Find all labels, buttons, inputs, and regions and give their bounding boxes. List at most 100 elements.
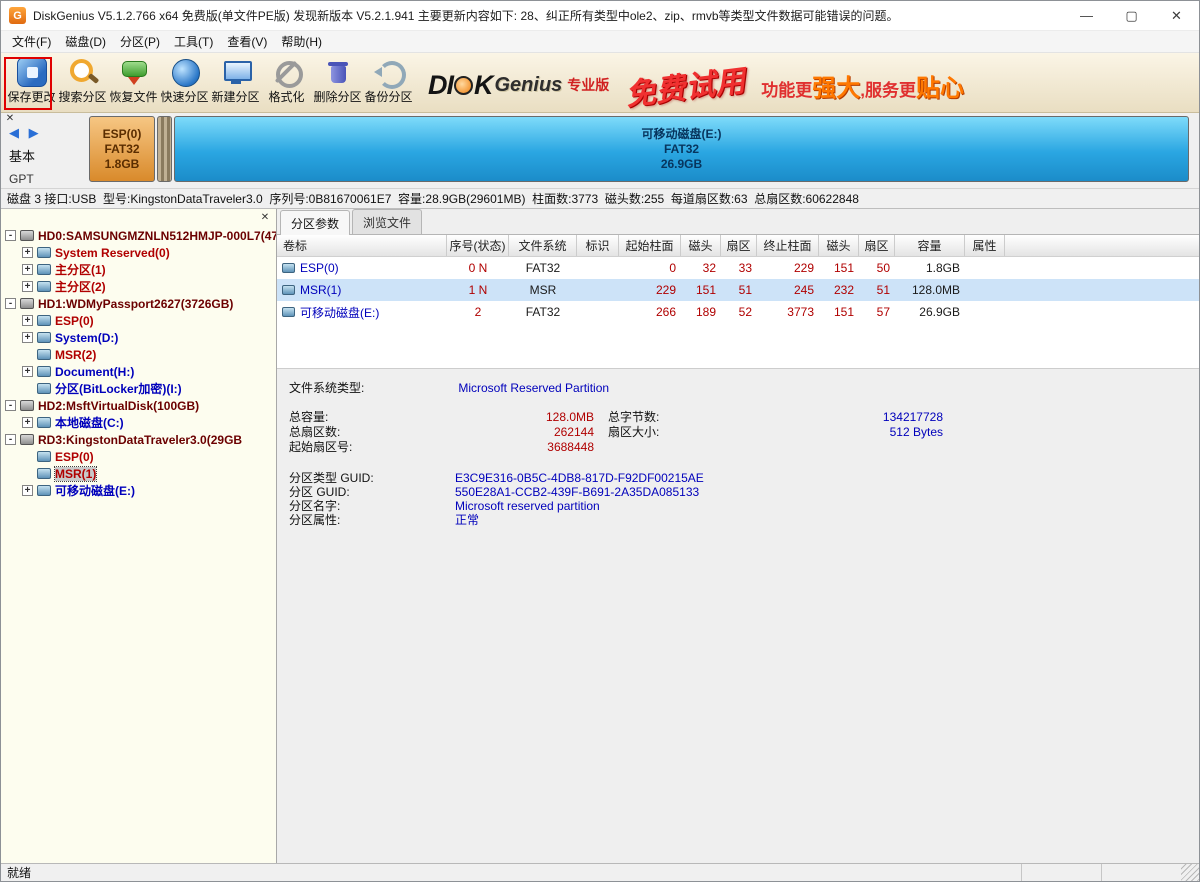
partition-block-esp[interactable]: ESP(0)FAT321.8GB (89, 116, 155, 182)
expand-plus-icon[interactable]: + (22, 417, 33, 428)
table-row[interactable]: ESP(0)0 NFAT3203233229151501.8GB (277, 257, 1199, 279)
guid-row: 分区属性:正常 (289, 511, 1199, 525)
tree-partition-item[interactable]: +Document(H:) (1, 363, 276, 380)
toolbar-format-button[interactable]: 格式化 (261, 55, 312, 105)
table-row[interactable]: 可移动磁盘(E:)2FAT322661895237731515726.9GB (277, 301, 1199, 323)
column-header-10[interactable]: 容量 (895, 235, 965, 256)
menu-item-1[interactable]: 磁盘(D) (58, 31, 113, 52)
tree-partition-item[interactable]: +可移动磁盘(E:) (1, 482, 276, 499)
tree-partition-item[interactable]: MSR(1) (1, 465, 276, 482)
tree-disk-item[interactable]: -HD0:SAMSUNGMZNLN512HMJP-000L7(47 (1, 227, 276, 244)
toolbar-save-button[interactable]: 保存更改 (6, 55, 57, 105)
column-header-5[interactable]: 磁头 (681, 235, 721, 256)
menu-item-4[interactable]: 查看(V) (220, 31, 274, 52)
maximize-button[interactable]: ▢ (1109, 1, 1154, 30)
menu-item-2[interactable]: 分区(P) (113, 31, 167, 52)
column-header-2[interactable]: 文件系统 (509, 235, 577, 256)
tree-partition-item[interactable]: +主分区(1) (1, 261, 276, 278)
toolbar-buttons: 保存更改搜索分区恢复文件快速分区新建分区格式化删除分区备份分区 (6, 55, 414, 105)
tab-browse-files[interactable]: 浏览文件 (352, 209, 422, 234)
column-header-7[interactable]: 终止柱面 (757, 235, 819, 256)
status-segment (1021, 864, 1101, 881)
menu-item-0[interactable]: 文件(F) (5, 31, 58, 52)
toolbar: 保存更改搜索分区恢复文件快速分区新建分区格式化删除分区备份分区 DI K Gen… (1, 53, 1199, 113)
column-header-3[interactable]: 标识 (577, 235, 619, 256)
column-header-8[interactable]: 磁头 (819, 235, 859, 256)
column-header-4[interactable]: 起始柱面 (619, 235, 681, 256)
toolbar-delete-button[interactable]: 删除分区 (312, 55, 363, 105)
menu-item-5[interactable]: 帮助(H) (274, 31, 329, 52)
tree-close-icon[interactable]: ✕ (259, 212, 271, 224)
toolbar-new-button[interactable]: 新建分区 (210, 55, 261, 105)
expand-minus-icon[interactable]: - (5, 400, 16, 411)
view-mode-label[interactable]: 基本 (9, 146, 89, 165)
column-header-0[interactable]: 卷标 (277, 235, 447, 256)
tree-partition-item[interactable]: +主分区(2) (1, 278, 276, 295)
guid-row: 分区名字:Microsoft reserved partition (289, 497, 1199, 511)
tree-disk-item[interactable]: -HD1:WDMyPassport2627(3726GB) (1, 295, 276, 312)
cell-num: 51 (859, 283, 895, 297)
tree-item-label: System Reserved(0) (55, 246, 170, 260)
quick-icon (170, 57, 200, 87)
cell-vol: ESP(0) (277, 261, 447, 275)
tree-partition-item[interactable]: +System(D:) (1, 329, 276, 346)
column-header-6[interactable]: 扇区 (721, 235, 757, 256)
volume-label: ESP(0) (300, 261, 339, 275)
toolbar-quick-button[interactable]: 快速分区 (159, 55, 210, 105)
table-header: 卷标序号(状态)文件系统标识起始柱面磁头扇区终止柱面磁头扇区容量属性 (277, 235, 1199, 257)
partition-block-removable[interactable]: 可移动磁盘(E:)FAT3226.9GB (174, 116, 1189, 182)
toolbar-recover-label: 恢复文件 (109, 88, 157, 105)
cell-num: 3773 (757, 305, 819, 319)
partition-block-msr[interactable] (157, 116, 172, 182)
cell-vol: MSR(1) (277, 283, 447, 297)
toolbar-backup-button[interactable]: 备份分区 (363, 55, 414, 105)
detail-panel: 分区参数浏览文件 卷标序号(状态)文件系统标识起始柱面磁头扇区终止柱面磁头扇区容… (277, 209, 1199, 863)
expand-plus-icon[interactable]: + (22, 366, 33, 377)
expand-plus-icon[interactable]: + (22, 247, 33, 258)
tree-partition-item[interactable]: MSR(2) (1, 346, 276, 363)
expand-plus-icon[interactable]: + (22, 485, 33, 496)
free-trial-badge[interactable]: 免费试用 (623, 56, 747, 114)
disk-icon (20, 400, 34, 411)
column-header-11[interactable]: 属性 (965, 235, 1005, 256)
resize-grip[interactable] (1181, 864, 1199, 881)
partition-icon (37, 247, 51, 258)
tree-partition-item[interactable]: 分区(BitLocker加密)(I:) (1, 380, 276, 397)
cell-num: 52 (721, 305, 757, 319)
tree-disk-item[interactable]: -HD2:MsftVirtualDisk(100GB) (1, 397, 276, 414)
window-controls: — ▢ ✕ (1064, 1, 1199, 30)
promo-part: 贴心 (916, 68, 964, 103)
tree-partition-item[interactable]: + System Reserved(0) (1, 244, 276, 261)
expand-plus-icon[interactable]: + (22, 315, 33, 326)
expand-plus-icon[interactable]: + (22, 332, 33, 343)
cell-num: 229 (757, 261, 819, 275)
tree-partition-item[interactable]: +ESP(0) (1, 312, 276, 329)
fs-type-value: Microsoft Reserved Partition (458, 381, 609, 395)
menu-item-3[interactable]: 工具(T) (167, 31, 220, 52)
overview-close-icon[interactable]: ✕ (4, 113, 16, 125)
tree-item-label: MSR(1) (55, 467, 96, 481)
partition-icon (37, 485, 51, 496)
cell-seq: 1 N (447, 283, 509, 297)
expand-plus-icon[interactable]: + (22, 264, 33, 275)
expand-minus-icon[interactable]: - (5, 298, 16, 309)
column-header-9[interactable]: 扇区 (859, 235, 895, 256)
expand-minus-icon[interactable]: - (5, 434, 16, 445)
backup-icon (374, 57, 404, 87)
disk-nav-arrows[interactable]: ◀ ▶ (9, 125, 89, 141)
expand-minus-icon[interactable]: - (5, 230, 16, 241)
toolbar-recover-button[interactable]: 恢复文件 (108, 55, 159, 105)
expand-plus-icon[interactable]: + (22, 281, 33, 292)
tree-partition-item[interactable]: ESP(0) (1, 448, 276, 465)
detail-row: 起始扇区号:3688448 (289, 438, 1199, 453)
table-row[interactable]: MSR(1)1 NMSR2291515124523251128.0MB (277, 279, 1199, 301)
toolbar-search-button[interactable]: 搜索分区 (57, 55, 108, 105)
tree-partition-item[interactable]: +本地磁盘(C:) (1, 414, 276, 431)
tree-disk-item[interactable]: -RD3:KingstonDataTraveler3.0(29GB (1, 431, 276, 448)
cell-num: 189 (681, 305, 721, 319)
tab-partition-params[interactable]: 分区参数 (280, 210, 350, 235)
toolbar-search-label: 搜索分区 (58, 88, 106, 105)
column-header-1[interactable]: 序号(状态) (447, 235, 509, 256)
close-button[interactable]: ✕ (1154, 1, 1199, 30)
minimize-button[interactable]: — (1064, 1, 1109, 30)
